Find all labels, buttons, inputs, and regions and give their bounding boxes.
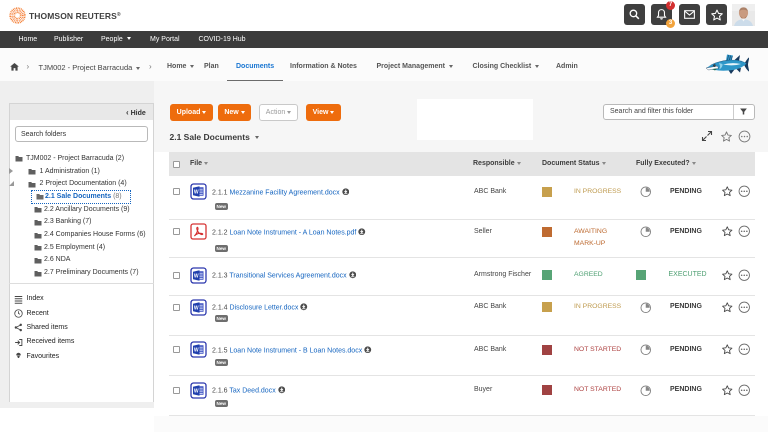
svg-text:W: W	[194, 305, 199, 311]
svg-text:W: W	[194, 388, 199, 394]
svg-text:W: W	[194, 190, 199, 196]
svg-text:W: W	[194, 273, 199, 279]
svg-text:W: W	[194, 348, 199, 354]
